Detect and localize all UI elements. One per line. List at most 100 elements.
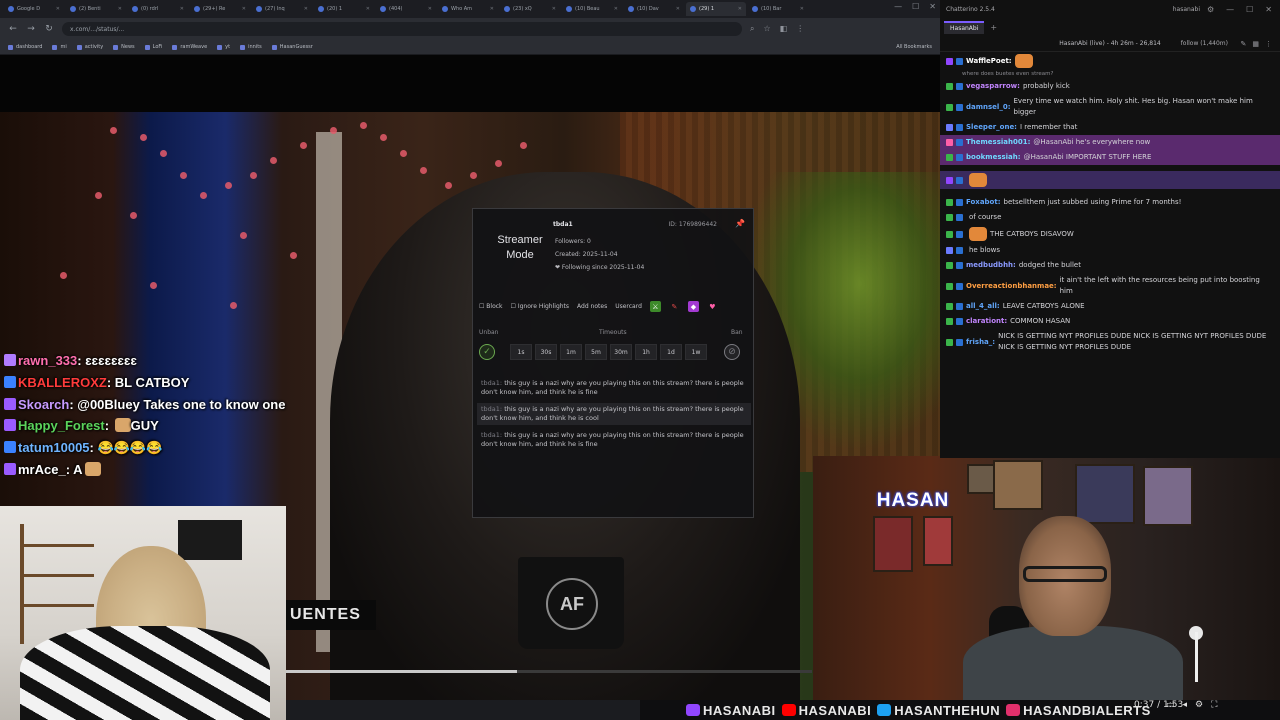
mod-icon[interactable]: ⚔ — [649, 301, 661, 312]
pin-icon[interactable]: 📌 — [735, 219, 745, 228]
browser-tab[interactable]: Who Am ✕ — [438, 2, 498, 16]
url-input[interactable]: x.com/.../status/... — [62, 22, 742, 36]
usercard-link[interactable]: Usercard — [615, 303, 642, 310]
chat-username[interactable]: Sleeper_one: — [966, 122, 1017, 133]
captions-icon[interactable]: ▭ — [1166, 700, 1175, 710]
tab-close-icon[interactable]: ✕ — [180, 6, 184, 12]
timeout-30m-button[interactable]: 30m — [610, 344, 632, 360]
bookmark-item[interactable]: mi — [52, 44, 67, 50]
tab-close-icon[interactable]: ✕ — [366, 6, 370, 12]
browser-tab[interactable]: Google D ✕ — [4, 2, 64, 16]
browser-tab[interactable]: (10) Dav ✕ — [624, 2, 684, 16]
star-icon[interactable]: ☆ — [763, 24, 770, 34]
bookmark-item[interactable]: activity — [76, 44, 103, 50]
timeout-1h-button[interactable]: 1h — [635, 344, 657, 360]
chat-username[interactable]: Overreactionbhanmae: — [966, 281, 1057, 292]
bookmark-item[interactable]: innits — [240, 44, 262, 50]
account-name[interactable]: hasanabi — [1173, 6, 1200, 13]
chat-username[interactable]: frisha_: — [966, 337, 995, 348]
volume-icon[interactable]: ◂ — [1183, 700, 1188, 710]
browser-tab[interactable]: (27) Inq ✕ — [252, 2, 312, 16]
tab-close-icon[interactable]: ✕ — [304, 6, 308, 12]
chat-username[interactable]: damnsel_0: — [966, 102, 1011, 113]
bookmark-item[interactable]: dashboard — [8, 44, 42, 50]
minimize-icon[interactable]: — — [894, 2, 902, 11]
tab-close-icon[interactable]: ✕ — [676, 6, 680, 12]
timeout-30s-button[interactable]: 30s — [535, 344, 557, 360]
volume-slider[interactable] — [1195, 632, 1198, 682]
browser-tab[interactable]: (10) Bar ✕ — [748, 2, 808, 16]
tab-close-icon[interactable]: ✕ — [118, 6, 122, 12]
unban-button[interactable]: ✓ — [479, 344, 495, 360]
bookmark-item[interactable]: HasanGuessr — [271, 44, 313, 50]
chat-username[interactable]: medbudbhh: — [966, 260, 1016, 271]
chat-username[interactable]: clarationt: — [966, 316, 1007, 327]
video-progress-bar[interactable] — [286, 670, 812, 673]
popup-username[interactable]: tbda1 — [553, 221, 573, 228]
close-icon[interactable]: ✕ — [1265, 5, 1272, 14]
extension-icon[interactable]: ◧ — [780, 24, 788, 34]
timeout-1w-button[interactable]: 1w — [685, 344, 707, 360]
browser-tab[interactable]: (404) ✕ — [376, 2, 436, 16]
tab-close-icon[interactable]: ✕ — [738, 6, 742, 12]
edit-icon[interactable]: ✎ — [669, 301, 680, 312]
browser-tab[interactable]: (20) 1 ✕ — [314, 2, 374, 16]
chat-username[interactable]: bookmessiah: — [966, 152, 1021, 163]
add-tab-icon[interactable]: + — [990, 23, 997, 32]
timeout-5m-button[interactable]: 5m — [585, 344, 607, 360]
timeout-1d-button[interactable]: 1d — [660, 344, 682, 360]
bookmark-item[interactable]: ramWeave — [172, 44, 207, 50]
fullscreen-icon[interactable]: ⛶ — [1211, 700, 1217, 710]
all-bookmarks-link[interactable]: All Bookmarks — [896, 44, 932, 50]
ignore-highlights-checkbox[interactable]: ☐ Ignore Highlights — [511, 303, 570, 310]
heart-icon[interactable]: ♥ — [707, 301, 718, 312]
tab-close-icon[interactable]: ✕ — [490, 6, 494, 12]
tab-close-icon[interactable]: ✕ — [800, 6, 804, 12]
timeout-1m-button[interactable]: 1m — [560, 344, 582, 360]
menu-icon[interactable]: ⋮ — [796, 24, 804, 34]
bookmark-item[interactable]: yt — [217, 44, 230, 50]
ban-button[interactable]: ⊘ — [724, 344, 740, 360]
vip-icon[interactable]: ◆ — [687, 301, 699, 312]
settings-icon[interactable]: ⚙ — [1207, 5, 1214, 14]
block-checkbox[interactable]: ☐ Block — [479, 303, 503, 310]
close-icon[interactable]: ✕ — [929, 2, 936, 11]
tab-close-icon[interactable]: ✕ — [614, 6, 618, 12]
bookmark-item[interactable]: LoFi — [144, 44, 162, 50]
browser-tab[interactable]: (0) rdrl ✕ — [128, 2, 188, 16]
popup-message-user[interactable]: tbda1: — [481, 405, 502, 413]
minimize-icon[interactable]: — — [1226, 5, 1234, 14]
forward-icon[interactable]: → — [26, 24, 36, 34]
back-icon[interactable]: ← — [8, 24, 18, 34]
tab-label: (404) — [389, 6, 403, 12]
browser-tab[interactable]: (10) Beau ✕ — [562, 2, 622, 16]
tab-close-icon[interactable]: ✕ — [552, 6, 556, 12]
dropdown-icon[interactable]: ⋮ — [1265, 40, 1272, 48]
chat-username[interactable]: Themessiah001: — [966, 137, 1030, 148]
chat-username[interactable]: Foxabot: — [966, 197, 1001, 208]
browser-tab[interactable]: (29+) Re ✕ — [190, 2, 250, 16]
tab-hasanabi[interactable]: HasanAbi — [944, 20, 985, 34]
bookmark-label: mi — [60, 44, 67, 50]
tab-close-icon[interactable]: ✕ — [428, 6, 432, 12]
browser-tab[interactable]: (23) xQ ✕ — [500, 2, 560, 16]
browser-tab[interactable]: (2) Benti ✕ — [66, 2, 126, 16]
reload-icon[interactable]: ↻ — [44, 24, 54, 34]
tab-close-icon[interactable]: ✕ — [56, 6, 60, 12]
maximize-icon[interactable]: ☐ — [1246, 5, 1253, 14]
chat-username[interactable]: all_4_all: — [966, 301, 1000, 312]
tab-close-icon[interactable]: ✕ — [242, 6, 246, 12]
maximize-icon[interactable]: ☐ — [912, 2, 919, 11]
popup-message-user[interactable]: tbda1: — [481, 379, 502, 387]
timeout-1s-button[interactable]: 1s — [510, 344, 532, 360]
browser-tab[interactable]: (29) 1 ✕ — [686, 2, 746, 16]
zoom-icon[interactable]: ⌕ — [750, 24, 754, 34]
settings-icon[interactable]: ⚙ — [1195, 700, 1203, 710]
popup-message-user[interactable]: tbda1: — [481, 431, 502, 439]
add-notes-link[interactable]: Add notes — [577, 303, 607, 310]
grid-icon[interactable]: ▦ — [1252, 40, 1259, 48]
chat-username[interactable]: vegasparrow: — [966, 81, 1020, 92]
pencil-icon[interactable]: ✎ — [1241, 40, 1247, 48]
bookmark-item[interactable]: News — [113, 44, 135, 50]
chat-username[interactable]: WafflePoet: — [966, 56, 1012, 67]
